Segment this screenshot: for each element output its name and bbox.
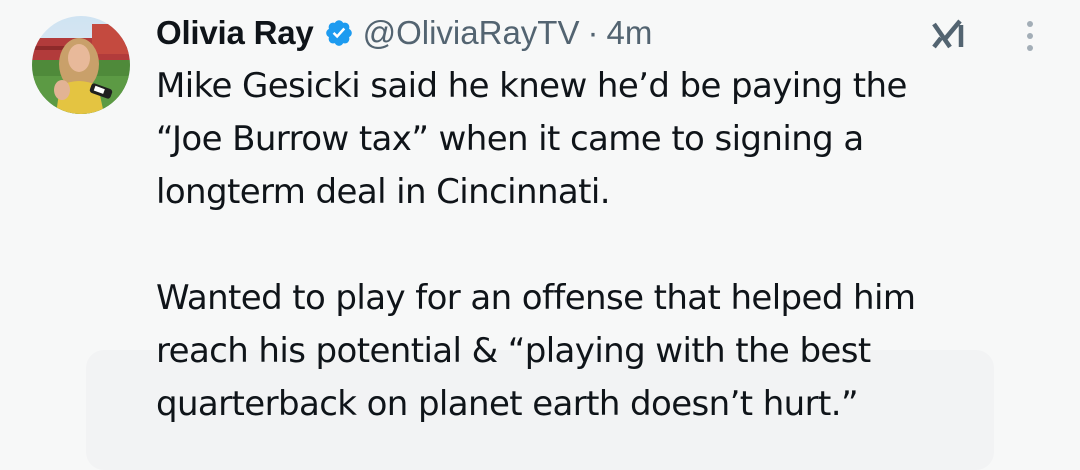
tweet-text-line: Wanted to play for an offense that helpe… (156, 278, 916, 318)
paragraph-break (156, 219, 1056, 272)
tweet-text-line: “Joe Burrow tax” when it came to signing… (156, 119, 864, 159)
tweet-card[interactable]: Olivia Ray @OliviaRayTV · 4m Mike Gesick… (0, 0, 1080, 470)
tweet-text-line: longterm deal in Cincinnati. (156, 172, 611, 212)
grok-icon[interactable] (926, 14, 970, 54)
display-name[interactable]: Olivia Ray (156, 14, 314, 52)
tweet-text-line: quarterback on planet earth doesn’t hurt… (156, 384, 859, 424)
tweet-text: Mike Gesicki said he knew he’d be paying… (156, 60, 1056, 431)
separator-dot: · (587, 14, 599, 51)
timestamp[interactable]: 4m (606, 14, 652, 52)
tweet-header: Olivia Ray @OliviaRayTV · 4m (156, 8, 652, 58)
more-vertical-icon[interactable] (1012, 14, 1048, 58)
author-handle[interactable]: @OliviaRayTV (363, 14, 580, 52)
avatar[interactable] (32, 16, 130, 114)
verified-badge-icon[interactable] (324, 18, 354, 48)
tweet-text-line: reach his potential & “playing with the … (156, 331, 871, 371)
tweet-text-line: Mike Gesicki said he knew he’d be paying… (156, 66, 907, 106)
